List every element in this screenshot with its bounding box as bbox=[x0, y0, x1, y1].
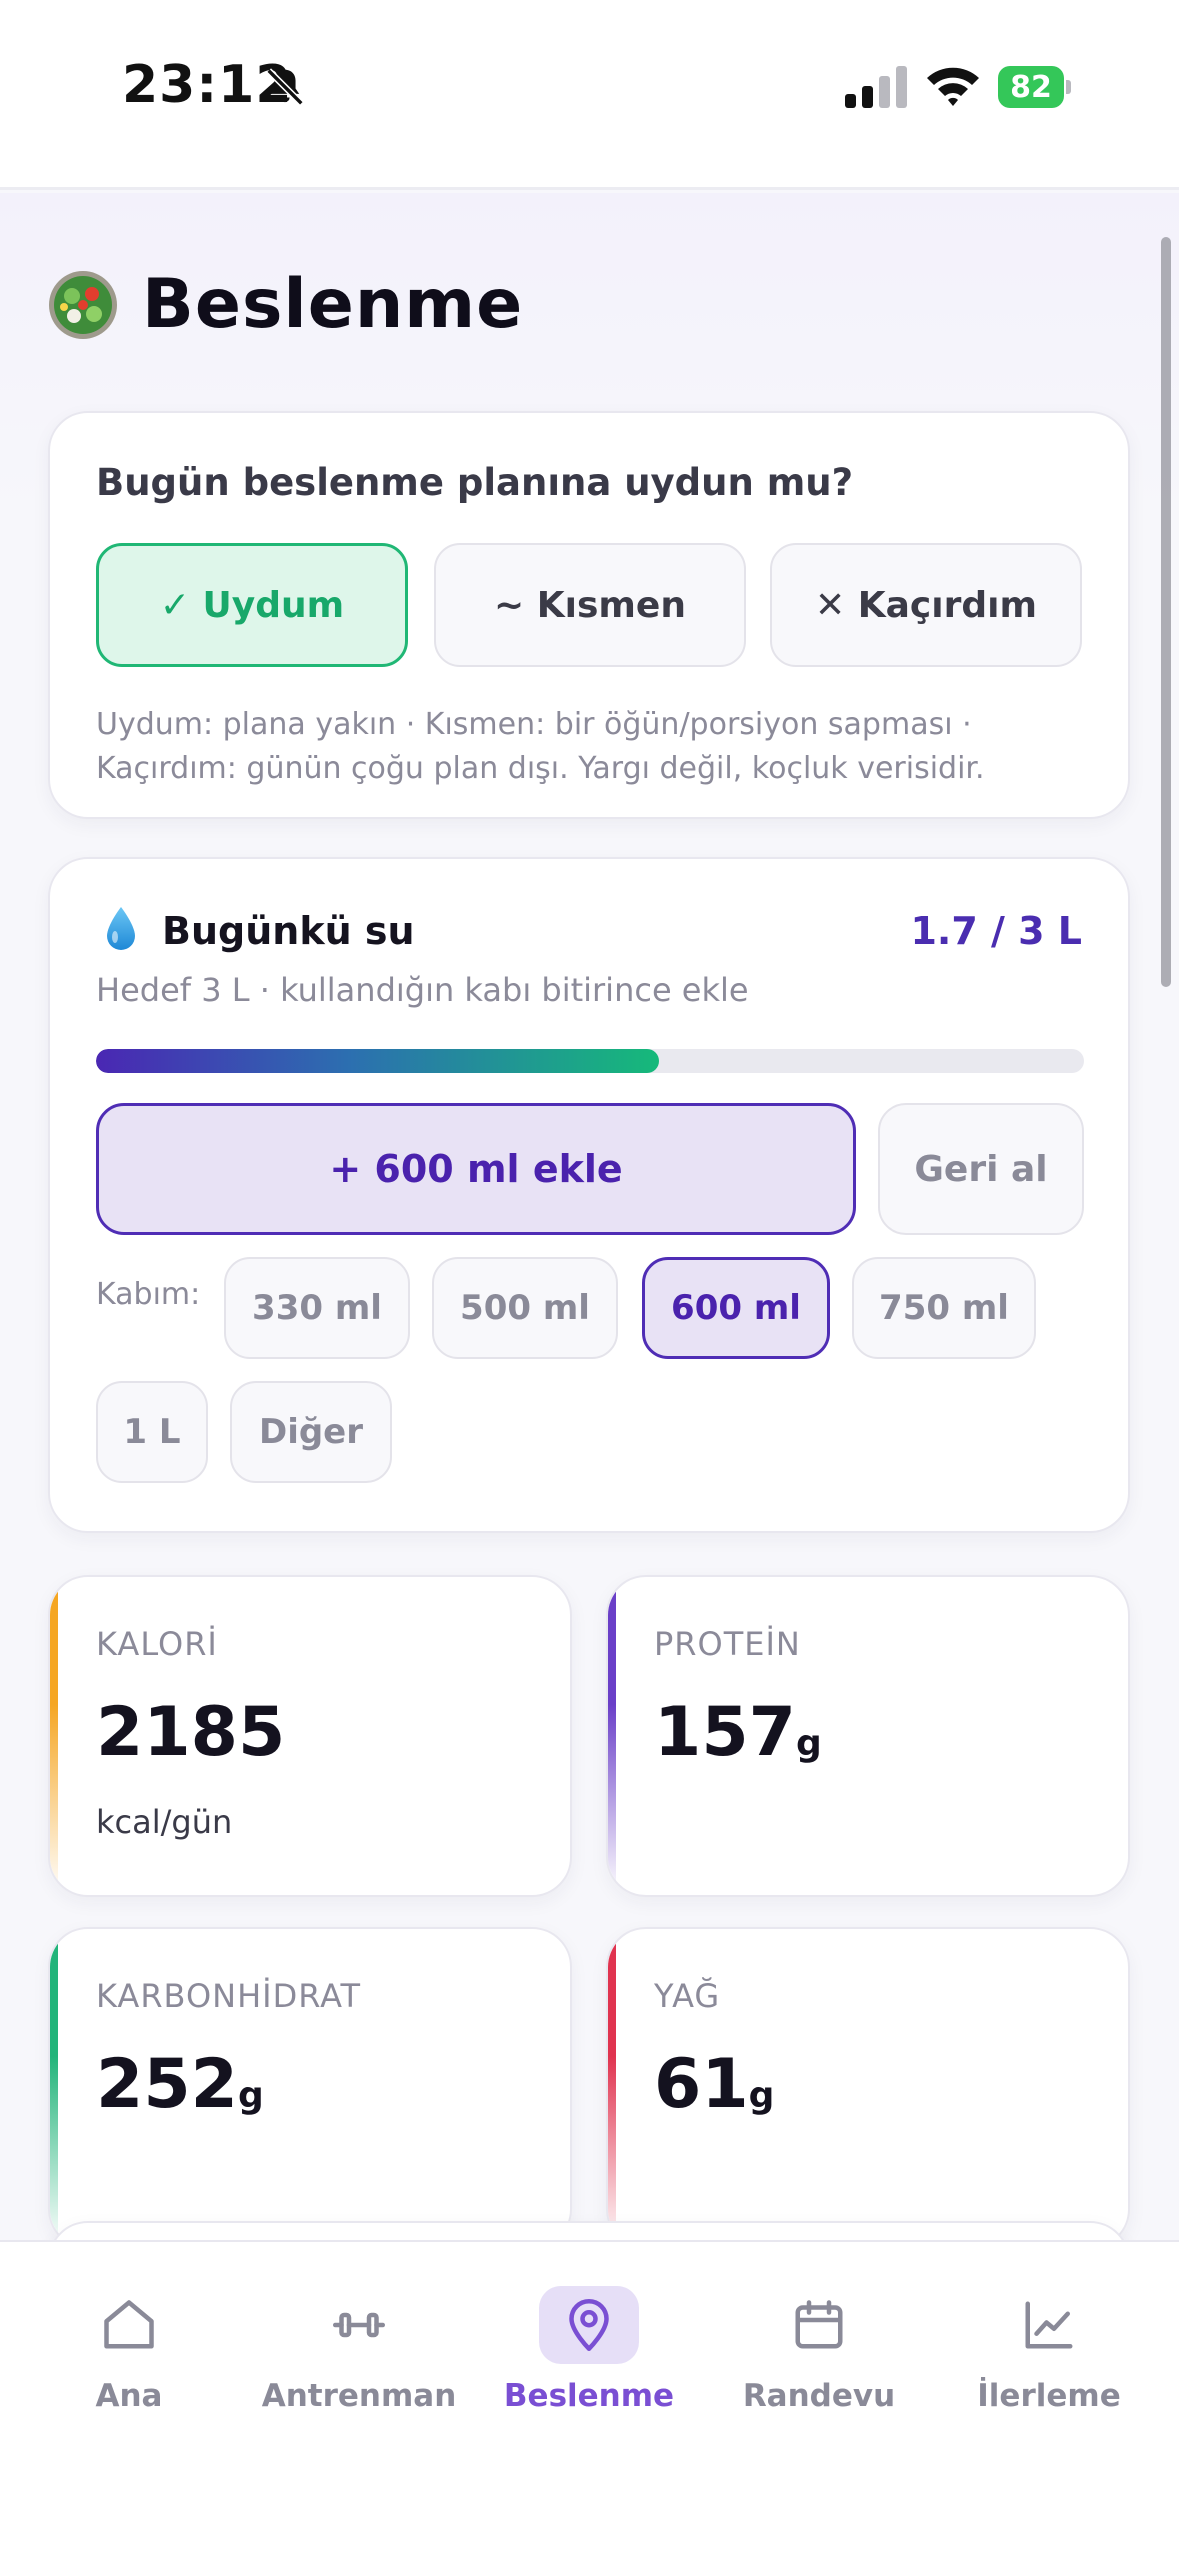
nav-item-nutrition[interactable]: Beslenme bbox=[474, 2286, 704, 2436]
fat-value: 61 bbox=[654, 2045, 749, 2124]
water-subtitle: Hedef 3 L · kullandığın kabı bitirince e… bbox=[96, 971, 749, 1009]
protein-card: PROTEİN 157g bbox=[606, 1575, 1130, 1897]
nav-icon-wrap bbox=[539, 2286, 639, 2364]
water-amount: 1.7 / 3 L bbox=[910, 909, 1082, 953]
fat-value-wrap: 61g bbox=[654, 2045, 774, 2124]
page-title: Beslenme bbox=[142, 265, 524, 344]
main-content[interactable]: Beslenme Bugün beslenme planına uydun mu… bbox=[0, 193, 1179, 2240]
next-card bbox=[48, 2221, 1130, 2240]
chart-icon bbox=[1025, 2301, 1073, 2349]
cup-option-600[interactable]: 600 ml bbox=[642, 1257, 830, 1359]
calorie-value: 2185 bbox=[96, 1693, 286, 1772]
fat-card: YAĞ 61g bbox=[606, 1927, 1130, 2240]
adherence-option-partial[interactable]: ~ Kısmen bbox=[434, 543, 746, 667]
calorie-unit: kcal/gün bbox=[96, 1803, 233, 1841]
carbs-value-wrap: 252g bbox=[96, 2045, 264, 2124]
location-pin-icon bbox=[569, 2299, 609, 2351]
battery-indicator: 82 bbox=[998, 66, 1071, 108]
water-progress-bar bbox=[96, 1049, 1084, 1073]
fat-unit: g bbox=[748, 2075, 775, 2116]
nav-icon-wrap bbox=[769, 2286, 869, 2364]
carbs-label: KARBONHİDRAT bbox=[96, 1977, 362, 2015]
adherence-card: Bugün beslenme planına uydun mu? ✓ Uydum… bbox=[48, 411, 1130, 819]
nav-icon-wrap bbox=[309, 2286, 409, 2364]
bell-muted-icon bbox=[266, 68, 304, 106]
nav-item-progress[interactable]: İlerleme bbox=[934, 2286, 1164, 2436]
carbs-card: KARBONHİDRAT 252g bbox=[48, 1927, 572, 2240]
nav-icon-wrap bbox=[79, 2286, 179, 2364]
cup-option-1l[interactable]: 1 L bbox=[96, 1381, 208, 1483]
calorie-card: KALORİ 2185 kcal/gün bbox=[48, 1575, 572, 1897]
protein-value-wrap: 157g bbox=[654, 1693, 822, 1772]
battery-cap bbox=[1066, 80, 1071, 94]
cup-option-other[interactable]: Diğer bbox=[230, 1381, 392, 1483]
fat-accent bbox=[608, 1929, 616, 2240]
cup-option-330[interactable]: 330 ml bbox=[224, 1257, 410, 1359]
nav-label-appointment: Randevu bbox=[742, 2378, 896, 2414]
nav-label-home: Ana bbox=[95, 2378, 163, 2414]
adherence-note: Uydum: plana yakın · Kısmen: bir öğün/po… bbox=[96, 707, 985, 786]
adherence-option-followed[interactable]: ✓ Uydum bbox=[96, 543, 408, 667]
cup-label: Kabım: bbox=[96, 1277, 201, 1312]
cup-option-750[interactable]: 750 ml bbox=[852, 1257, 1036, 1359]
bottom-nav: Ana Antrenman Beslenme Randevu İlerleme bbox=[0, 2240, 1179, 2556]
nav-item-training[interactable]: Antrenman bbox=[244, 2286, 474, 2436]
cup-option-500[interactable]: 500 ml bbox=[432, 1257, 618, 1359]
nav-label-nutrition: Beslenme bbox=[503, 2378, 675, 2414]
home-icon bbox=[104, 2300, 154, 2349]
protein-label: PROTEİN bbox=[654, 1625, 801, 1663]
adherence-question: Bugün beslenme planına uydun mu? bbox=[96, 461, 854, 504]
protein-value: 157 bbox=[654, 1693, 796, 1772]
add-water-button[interactable]: + 600 ml ekle bbox=[96, 1103, 856, 1235]
water-progress-fill bbox=[96, 1049, 660, 1073]
protein-accent bbox=[608, 1577, 616, 1895]
undo-button[interactable]: Geri al bbox=[878, 1103, 1084, 1235]
dumbbell-icon bbox=[333, 2312, 385, 2338]
cellular-signal-icon bbox=[845, 66, 907, 108]
wifi-icon bbox=[927, 67, 979, 106]
calorie-label: KALORİ bbox=[96, 1625, 218, 1663]
water-title: Bugünkü su bbox=[162, 909, 415, 953]
calorie-accent bbox=[50, 1577, 58, 1895]
fat-label: YAĞ bbox=[654, 1977, 721, 2015]
protein-unit: g bbox=[795, 1723, 822, 1764]
nav-item-home[interactable]: Ana bbox=[14, 2286, 244, 2436]
nav-icon-wrap bbox=[999, 2286, 1099, 2364]
nav-label-training: Antrenman bbox=[261, 2378, 457, 2414]
salad-icon bbox=[49, 270, 117, 339]
water-drop-icon bbox=[107, 907, 135, 950]
calendar-icon bbox=[795, 2300, 843, 2349]
nav-label-progress: İlerleme bbox=[977, 2378, 1121, 2414]
adherence-option-missed[interactable]: ✕ Kaçırdım bbox=[770, 543, 1082, 667]
scrollbar[interactable] bbox=[1161, 237, 1171, 987]
nav-item-appointment[interactable]: Randevu bbox=[704, 2286, 934, 2436]
status-bar: 23:12 82 bbox=[0, 0, 1179, 190]
battery-level: 82 bbox=[998, 66, 1064, 108]
carbs-value: 252 bbox=[96, 2045, 238, 2124]
page-header: Beslenme bbox=[48, 265, 523, 344]
carbs-unit: g bbox=[237, 2075, 264, 2116]
carbs-accent bbox=[50, 1929, 58, 2240]
water-card: Bugünkü su 1.7 / 3 L Hedef 3 L · kulland… bbox=[48, 857, 1130, 1533]
